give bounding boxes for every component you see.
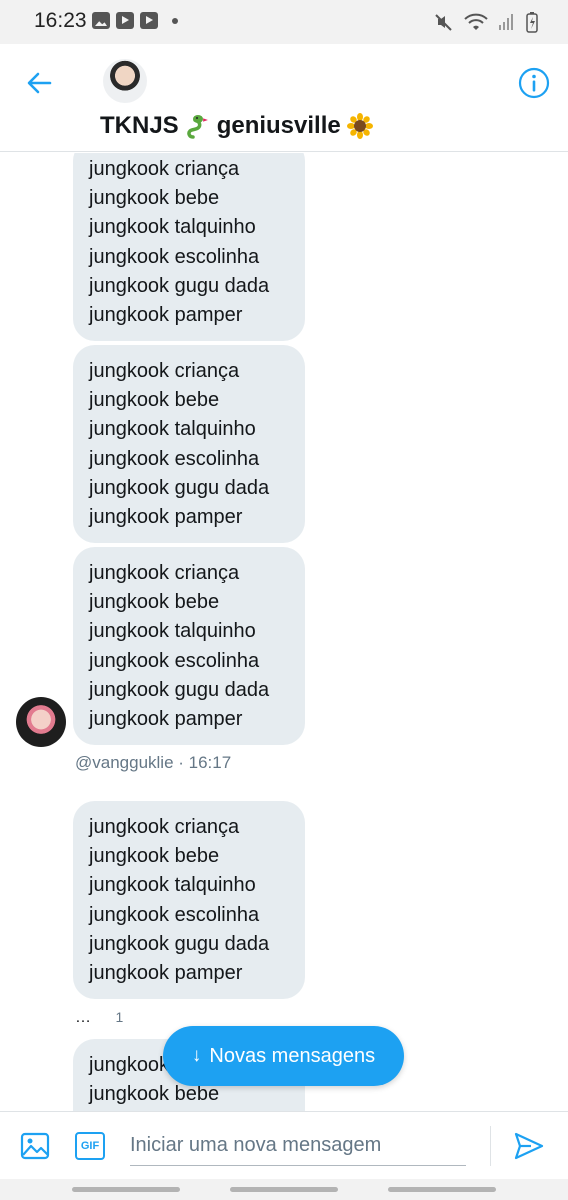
message-line: jungkook escolinha — [89, 447, 260, 470]
message-line: jungkook talquinho — [89, 216, 256, 239]
message-bubble[interactable]: jungkook criança jungkook bebe jungkook … — [73, 547, 305, 745]
conversation-title-suffix: geniusville — [216, 112, 341, 139]
nav-recents-handle[interactable] — [72, 1187, 180, 1192]
sunflower-emoji-icon — [346, 113, 373, 139]
message-line: jungkook pamper — [89, 304, 243, 327]
system-icons — [434, 11, 538, 33]
nav-back-handle[interactable] — [388, 1187, 496, 1192]
new-messages-label: Novas mensagens — [209, 1044, 376, 1067]
more-notifications-dot-icon — [172, 17, 178, 24]
message-line: jungkook talquinho — [89, 418, 256, 441]
info-icon[interactable] — [517, 66, 551, 100]
message-line: jungkook gugu dada — [89, 678, 270, 701]
signal-icon — [499, 14, 513, 30]
message-list[interactable]: jungkook criança jungkook bebe jungkook … — [0, 153, 568, 1111]
message-line: jungkook gugu dada — [89, 932, 270, 955]
message-line: jungkook talquinho — [89, 620, 256, 643]
message-line: jungkook escolinha — [89, 649, 260, 672]
message-line: jungkook pamper — [89, 708, 243, 731]
conversation-header: TKNJS geniusville — [0, 44, 568, 152]
status-bar: 16:23 — [0, 0, 568, 44]
message-line: jungkook bebe — [89, 389, 220, 412]
conversation-avatar[interactable] — [103, 59, 147, 103]
image-attach-icon[interactable] — [20, 1131, 50, 1161]
message-bubble[interactable]: jungkook criança jungkook bebe jungkook … — [73, 801, 305, 999]
message-line: jungkook gugu dada — [89, 476, 270, 499]
message-ellipsis: … — [75, 1009, 91, 1026]
message-line: jungkook gugu dada — [89, 274, 270, 297]
message-bubble[interactable]: jungkook criança jungkook bebe jungkook … — [73, 345, 305, 543]
send-icon[interactable] — [513, 1130, 545, 1162]
message-line: jungkook pamper — [89, 506, 243, 529]
sender-avatar[interactable] — [16, 697, 66, 747]
message-line: jungkook bebe — [89, 591, 220, 614]
message-line: jungkook bebe — [89, 845, 220, 868]
message-line: jungkook bebe — [89, 187, 220, 210]
reaction-count: 1 — [115, 1009, 124, 1025]
conversation-title-text: TKNJS — [100, 112, 179, 139]
youtube-notification-icon — [116, 12, 134, 29]
message-composer: GIF — [0, 1111, 568, 1179]
notification-icons — [92, 12, 178, 29]
new-messages-button[interactable]: ↓ Novas mensagens — [163, 1026, 404, 1086]
system-nav-bar — [0, 1179, 568, 1200]
message-line: jungkook criança — [89, 158, 240, 180]
gif-button[interactable]: GIF — [75, 1132, 105, 1160]
status-time: 16:23 — [34, 9, 87, 32]
back-arrow-icon[interactable] — [24, 68, 54, 98]
nav-home-handle[interactable] — [230, 1187, 338, 1192]
youtube-notification-icon-2 — [140, 12, 158, 29]
message-line: jungkook criança — [89, 816, 240, 838]
message-line: jungkook talquinho — [89, 874, 256, 897]
message-line: jungkook escolinha — [89, 245, 260, 268]
message-meta: @vangguklie · 16:17 — [75, 753, 232, 772]
arrow-down-icon: ↓ — [191, 1045, 202, 1066]
message-line: jungkook criança — [89, 562, 240, 584]
message-line: jungkook pamper — [89, 962, 243, 985]
message-line: jungkook escolinha — [89, 903, 260, 926]
battery-charging-icon — [526, 12, 538, 33]
message-reaction-row[interactable]: … 1 — [75, 1009, 123, 1027]
image-notification-icon — [92, 12, 110, 29]
snake-emoji-icon — [186, 115, 208, 139]
wifi-icon — [464, 13, 488, 30]
message-bubble[interactable]: jungkook criança jungkook bebe jungkook … — [73, 153, 305, 341]
conversation-title[interactable]: TKNJS geniusville — [100, 112, 373, 140]
message-input[interactable] — [130, 1126, 466, 1166]
composer-divider — [490, 1126, 491, 1166]
message-line: jungkook criança — [89, 360, 240, 382]
mute-icon — [435, 14, 452, 31]
